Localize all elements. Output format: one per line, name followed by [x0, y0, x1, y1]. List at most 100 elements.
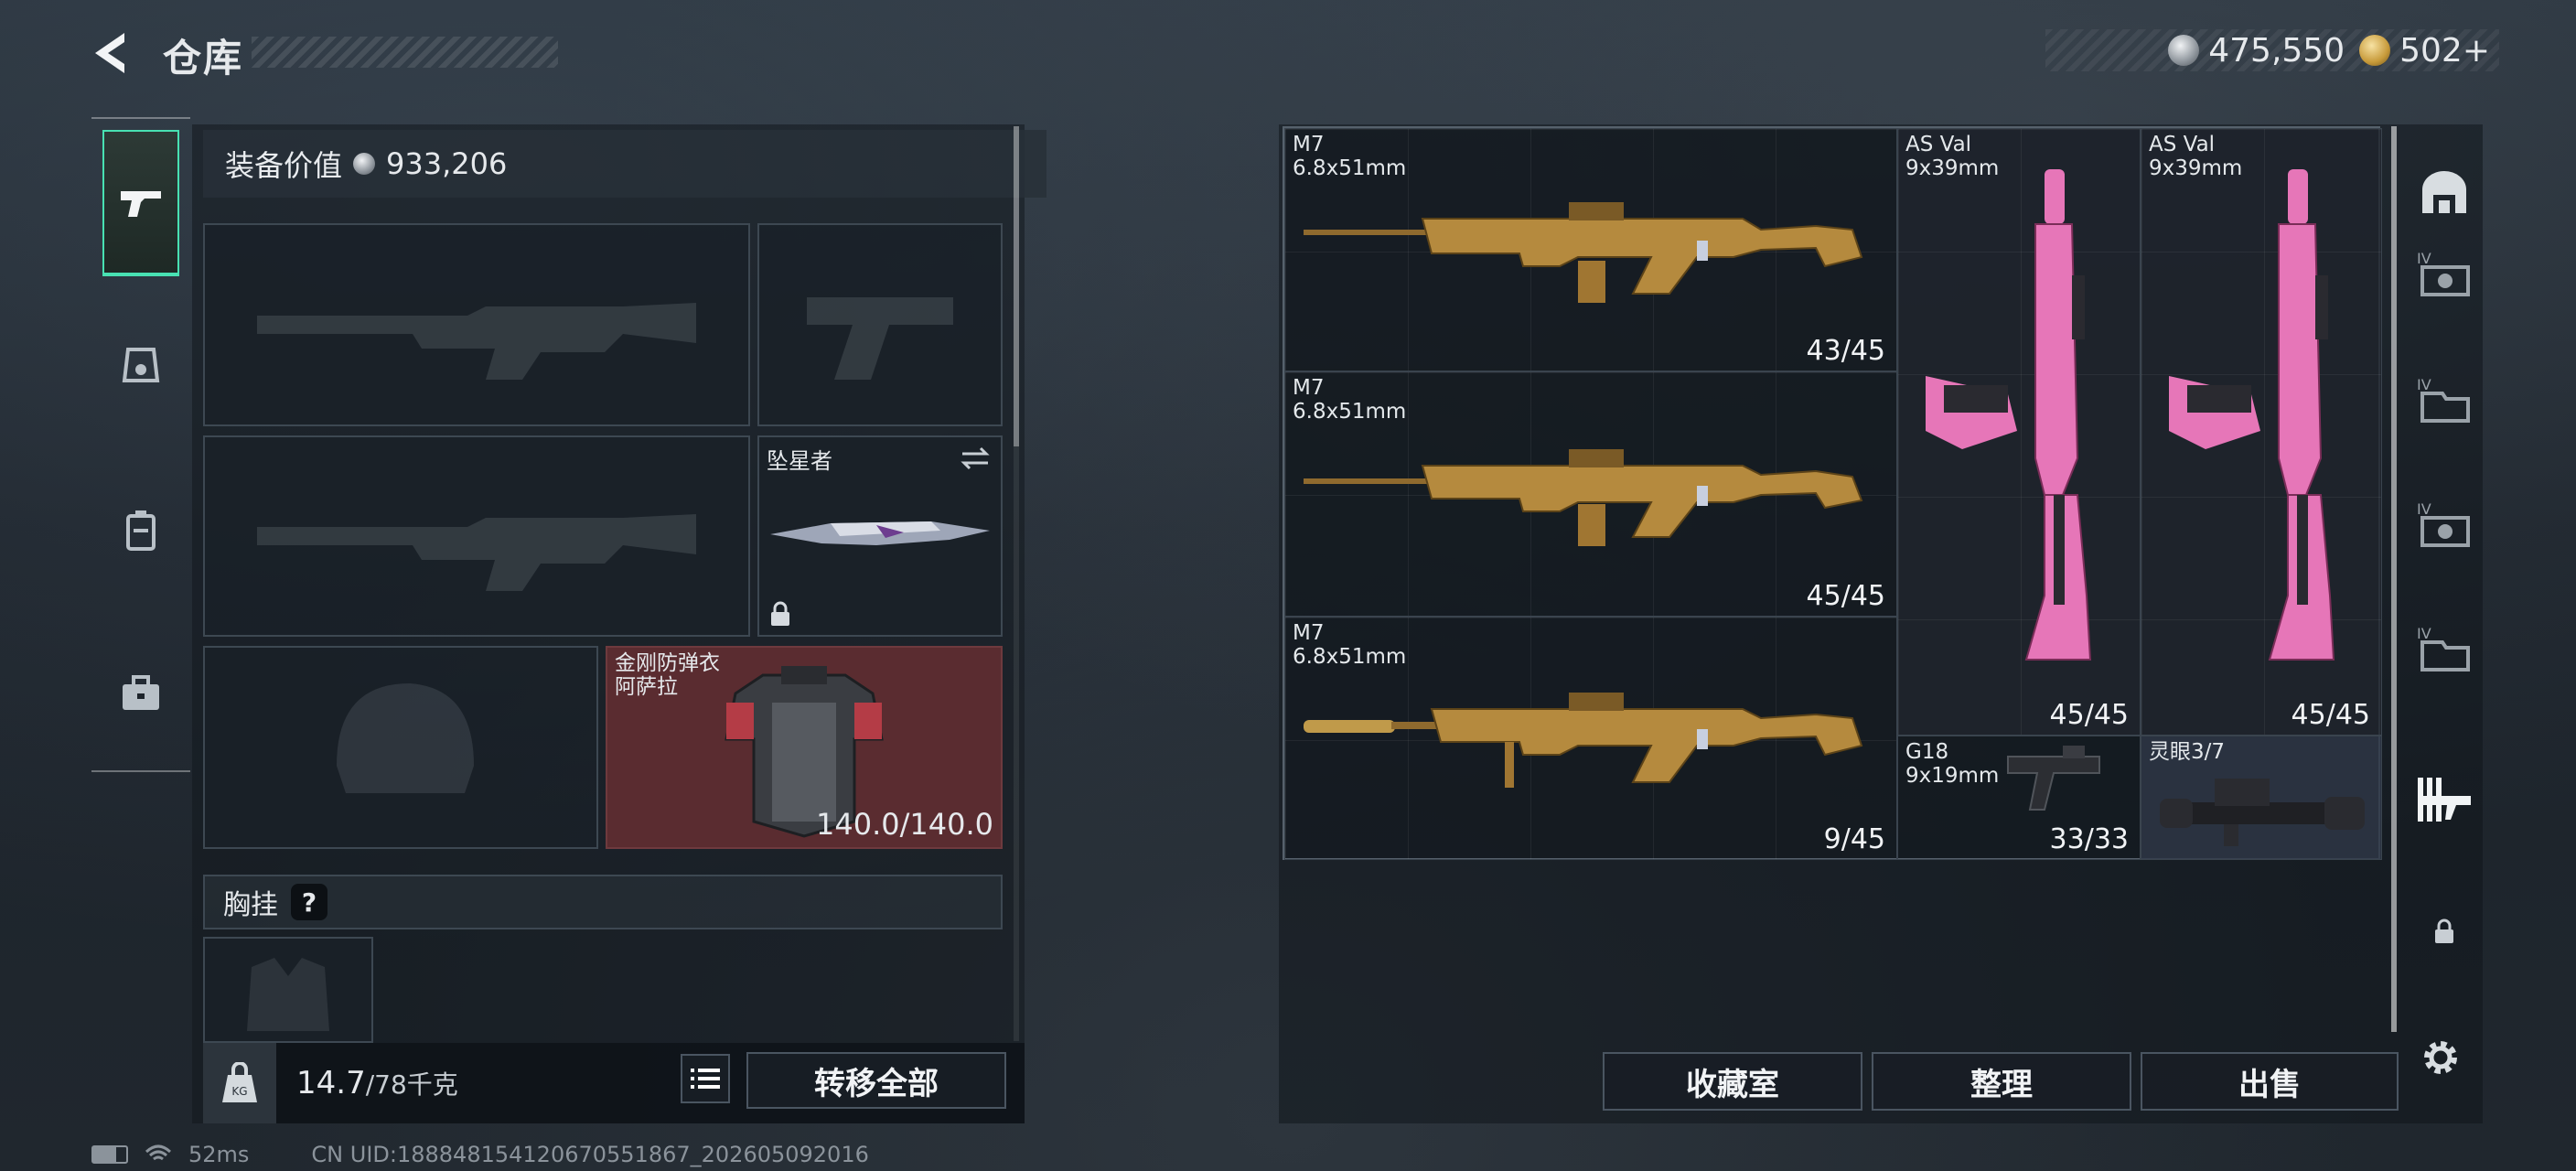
- chest-rig-label: 胸挂: [223, 889, 278, 921]
- item-scope[interactable]: 灵眼3/7: [2141, 736, 2382, 860]
- chest-rig-slot[interactable]: [203, 937, 373, 1043]
- m7-rifle-image: [1304, 202, 1863, 303]
- gold-currency[interactable]: 502+: [2359, 32, 2490, 70]
- collection-room-button[interactable]: 收藏室: [1603, 1052, 1862, 1111]
- weapon-name: AS Val: [1905, 133, 1972, 156]
- tab-storage-2[interactable]: IV: [2413, 370, 2475, 432]
- lock-icon: [2435, 919, 2453, 943]
- case-icon: [123, 675, 159, 710]
- title-stripe: [252, 37, 558, 68]
- chest-rig-silhouette-icon: [247, 958, 329, 1031]
- svg-text:IV: IV: [2417, 625, 2431, 642]
- weapon-name: M7: [1293, 376, 1325, 400]
- storage-grid: M7 6.8x51mm 43/45 M7 6.8x51mm 45/45 M7 6…: [1283, 126, 2382, 860]
- asval-rifle-image: [2169, 169, 2335, 661]
- weapon-name: M7: [1293, 621, 1325, 645]
- tab-locked[interactable]: [2413, 900, 2475, 962]
- left-scrollbar[interactable]: [1014, 126, 1019, 1041]
- svg-text:IV: IV: [2417, 500, 2431, 518]
- weapon-item-m7-1[interactable]: M7 6.8x51mm 43/45: [1284, 128, 1897, 371]
- right-scrollbar[interactable]: [2391, 126, 2397, 1032]
- storage-iv-icon: IV: [2417, 376, 2470, 423]
- status-bar: 52ms CN UID:18884815412067055186​7_20260…: [91, 1142, 869, 1167]
- item-name: 灵眼3/7: [2149, 740, 2226, 764]
- knife-image: [770, 521, 990, 545]
- svg-text:IV: IV: [2417, 250, 2431, 267]
- weapon-item-m7-2[interactable]: M7 6.8x51mm 45/45: [1284, 371, 1897, 617]
- helmet-slot[interactable]: [203, 646, 598, 849]
- ammo-count: 45/45: [2291, 699, 2370, 731]
- back-arrow-icon[interactable]: [88, 27, 139, 79]
- backpack-icon: [126, 510, 156, 551]
- armor-durability: 140.0/140.0: [816, 807, 993, 842]
- tab-vault[interactable]: [2413, 161, 2475, 223]
- melee-name: 坠星者: [767, 448, 832, 474]
- transfer-all-button[interactable]: 转移全部: [746, 1052, 1006, 1109]
- svg-text:IV: IV: [2417, 376, 2431, 393]
- storage-tabs: IV IV IV IV: [2406, 124, 2483, 1039]
- settings-gear-icon[interactable]: [2417, 1034, 2464, 1081]
- tab-case[interactable]: [102, 620, 179, 767]
- g18-pistol-image: [2007, 746, 2100, 811]
- weapon-caliber: 9x19mm: [1905, 764, 2000, 788]
- ammo-count: 45/45: [2049, 699, 2129, 731]
- tab-weapons[interactable]: [102, 130, 179, 276]
- rifle-silhouette-icon: [257, 514, 696, 591]
- list-view-button[interactable]: [681, 1054, 730, 1103]
- ammo-count: 45/45: [1806, 580, 1885, 612]
- organize-button[interactable]: 整理: [1872, 1052, 2131, 1111]
- scroll-thumb[interactable]: [1014, 126, 1019, 446]
- tab-storage-1[interactable]: IV: [2413, 243, 2475, 306]
- weapon-name: G18: [1905, 740, 1949, 764]
- gold-coin-icon: [2359, 35, 2391, 66]
- weapon-name: AS Val: [2149, 133, 2216, 156]
- chest-rig-header: 胸挂 ?: [203, 875, 1003, 929]
- primary-weapon-slot-1[interactable]: [203, 223, 750, 426]
- help-text: ?: [301, 886, 317, 918]
- pistol-slot[interactable]: [757, 223, 1003, 426]
- storage-iv-icon: IV: [2417, 500, 2470, 547]
- swap-icon[interactable]: [959, 445, 992, 472]
- tab-helmet[interactable]: [102, 293, 179, 439]
- silver-amount: 475,550: [2208, 31, 2345, 70]
- pistol-icon: [121, 191, 161, 217]
- weapon-name: M7: [1293, 133, 1325, 156]
- silver-currency[interactable]: 475,550: [2168, 32, 2345, 70]
- tab-storage-3[interactable]: IV: [2413, 494, 2475, 556]
- weapon-item-asval-1[interactable]: AS Val 9x39mm 45/45: [1897, 128, 2141, 736]
- scope-image: [2160, 779, 2365, 846]
- melee-slot[interactable]: 坠星者: [757, 435, 1003, 637]
- tab-weapon-storage[interactable]: [2410, 765, 2479, 834]
- wifi-icon: [145, 1144, 172, 1161]
- pistol-silhouette-icon: [807, 297, 953, 380]
- uid-text: CN UID:18884815412067055186​7_2026050920…: [311, 1142, 869, 1167]
- page-title: 仓库: [163, 36, 244, 81]
- weapon-item-g18[interactable]: G18 9x19mm 33/33: [1897, 736, 2141, 860]
- ammo-count: 33/33: [2049, 823, 2129, 855]
- ping-text: 52ms: [188, 1142, 250, 1167]
- tab-storage-4[interactable]: IV: [2413, 618, 2475, 681]
- equipment-value-label: 装备价值: [225, 148, 343, 183]
- weight-current: 14.7: [296, 1065, 366, 1101]
- lock-icon: [771, 601, 789, 626]
- armor-slot[interactable]: 金刚防弹衣 阿萨拉 140.0/140.0: [606, 646, 1003, 849]
- sell-button[interactable]: 出售: [2141, 1052, 2399, 1111]
- weapon-item-asval-2[interactable]: AS Val 9x39mm 45/45: [2141, 128, 2382, 736]
- m7-rifle-image: [1304, 449, 1863, 546]
- rifle-silhouette-icon: [257, 303, 696, 380]
- storage-iv-icon: IV: [2417, 250, 2470, 296]
- weapon-item-m7-3[interactable]: M7 6.8x51mm 9/45: [1284, 617, 1897, 860]
- help-icon[interactable]: ?: [291, 884, 327, 920]
- silver-coin-icon: [2168, 35, 2200, 66]
- equipment-value: 933,206: [386, 146, 508, 181]
- primary-weapon-slot-2[interactable]: [203, 435, 750, 637]
- tab-backpack[interactable]: [102, 457, 179, 604]
- left-category-tabs: [91, 117, 190, 772]
- battery-icon: [91, 1145, 128, 1164]
- storage-iv-icon: IV: [2417, 625, 2470, 671]
- silver-coin-icon: [353, 153, 376, 175]
- weight-icon-box: KG: [203, 1043, 276, 1123]
- svg-text:KG: KG: [231, 1085, 247, 1098]
- equipment-value-bar: 装备价值 933,206: [203, 130, 1046, 198]
- weight-max: /78千克: [365, 1069, 458, 1100]
